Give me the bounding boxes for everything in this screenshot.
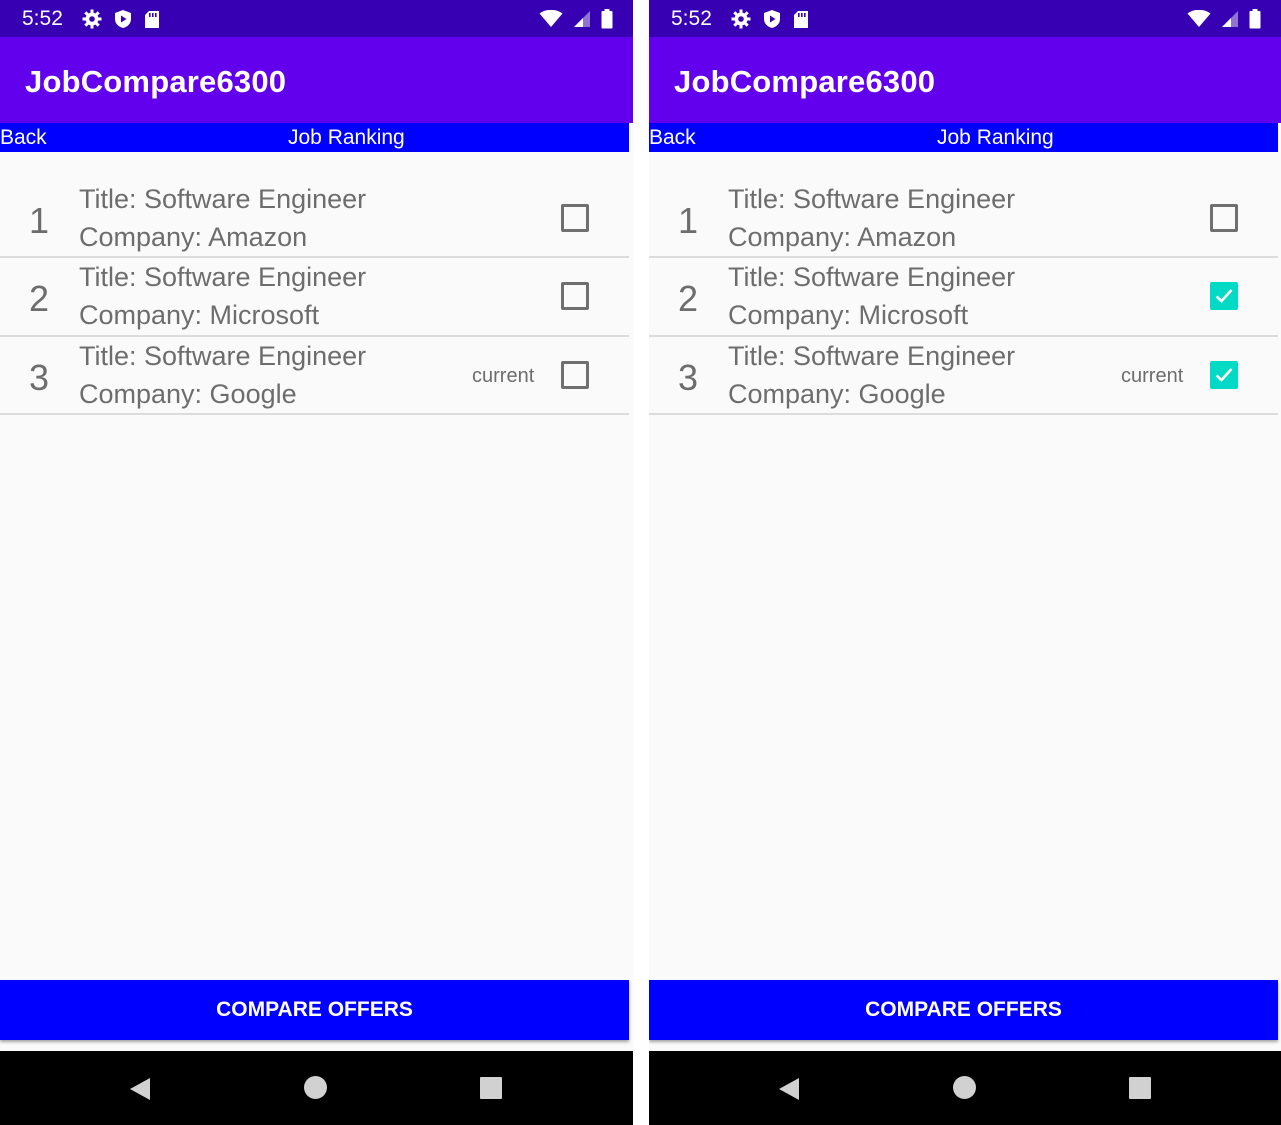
system-nav-bar [0,1051,633,1125]
back-button[interactable]: Back [0,126,47,150]
job-title: Title: Software Engineer [728,340,1016,371]
job-rank: 1 [29,200,50,241]
job-company: Company: Google [728,378,946,409]
status-time: 5:52 [22,7,63,30]
nav-back-icon[interactable] [128,1077,152,1106]
status-time: 5:52 [671,7,712,30]
compare-offers-button[interactable]: COMPARE OFFERS [0,980,629,1040]
battery-icon [601,9,613,29]
shield-play-icon [763,9,781,29]
checkmark-icon [1215,289,1233,303]
back-button[interactable]: Back [649,126,696,150]
job-list: 1 Title: Software Engineer Company: Amaz… [0,180,629,415]
compare-offers-button[interactable]: COMPARE OFFERS [649,980,1278,1040]
job-rank: 1 [678,200,699,241]
job-rank: 2 [678,278,699,319]
app-bar: JobCompare6300 [649,37,1281,123]
battery-icon [1249,9,1261,29]
job-row: 3 Title: Software Engineer Company: Goog… [649,337,1278,415]
job-select-checkbox[interactable] [1210,282,1238,310]
job-company: Company: Amazon [79,222,308,252]
job-row: 1 Title: Software Engineer Company: Amaz… [0,180,629,258]
app-title: JobCompare6300 [25,64,287,99]
job-select-checkbox[interactable] [1210,360,1238,389]
nav-recents-icon[interactable] [480,1077,502,1099]
wifi-icon [1187,10,1211,28]
phone-screen-checked: 5:52 JobCompare6300 Back Job Ranking 1 T… [649,0,1281,1125]
page-title: Job Ranking [937,126,1054,149]
nav-strip: Back Job Ranking [649,123,1278,152]
job-row: 3 Title: Software Engineer Company: Goog… [0,337,629,415]
wifi-icon [539,10,563,28]
current-label: current [1121,364,1184,387]
settings-gear-icon [82,9,102,29]
cellular-signal-icon [573,10,591,28]
job-title: Title: Software Engineer [728,262,1016,292]
sd-card-icon [144,10,160,29]
sd-card-icon [793,10,809,29]
job-rank: 3 [29,356,50,398]
status-bar: 5:52 [649,0,1281,37]
job-title: Title: Software Engineer [79,184,367,214]
job-list: 1 Title: Software Engineer Company: Amaz… [649,180,1278,415]
nav-back-icon[interactable] [777,1077,801,1106]
job-company: Company: Microsoft [728,300,969,330]
job-select-checkbox[interactable] [1210,204,1238,232]
app-title: JobCompare6300 [674,64,936,99]
job-company: Company: Microsoft [79,300,320,330]
job-title: Title: Software Engineer [79,262,367,292]
nav-strip: Back Job Ranking [0,123,629,152]
shield-play-icon [114,9,132,29]
job-select-checkbox[interactable] [561,282,589,310]
status-bar: 5:52 [0,0,633,37]
job-row: 2 Title: Software Engineer Company: Micr… [649,258,1278,337]
settings-gear-icon [731,9,751,29]
job-rank: 3 [678,356,699,398]
screen-divider [633,0,649,1125]
job-select-checkbox[interactable] [561,204,589,232]
page-title: Job Ranking [288,126,405,149]
job-rank: 2 [29,278,50,319]
job-select-checkbox[interactable] [561,360,589,389]
app-bar: JobCompare6300 [0,37,633,123]
job-row: 1 Title: Software Engineer Company: Amaz… [649,180,1278,258]
job-company: Company: Amazon [728,222,957,252]
job-title: Title: Software Engineer [79,340,367,371]
job-row: 2 Title: Software Engineer Company: Micr… [0,258,629,337]
nav-home-icon[interactable] [953,1076,976,1099]
job-company: Company: Google [79,378,297,409]
phone-screen-unchecked: 5:52 JobCompare6300 Back Job Ranking 1 T… [0,0,633,1125]
nav-home-icon[interactable] [304,1076,327,1099]
cellular-signal-icon [1221,10,1239,28]
checkmark-icon [1215,367,1233,382]
job-title: Title: Software Engineer [728,184,1016,214]
current-label: current [472,364,535,387]
nav-recents-icon[interactable] [1129,1077,1151,1099]
system-nav-bar [649,1051,1281,1125]
